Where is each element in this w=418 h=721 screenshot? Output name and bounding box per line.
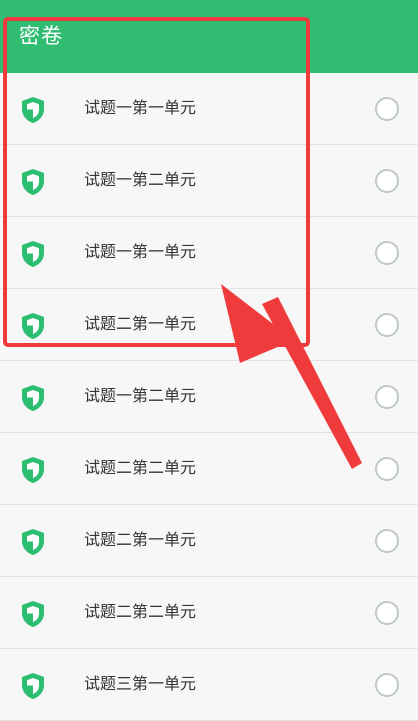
shield-icon: [22, 457, 44, 483]
radio-button[interactable]: [375, 169, 399, 193]
list-item[interactable]: 试题二第二单元: [0, 577, 418, 649]
list-item[interactable]: 试题一第二单元: [0, 361, 418, 433]
list-item-label: 试题一第二单元: [84, 386, 197, 405]
list-item[interactable]: 试题二第二单元: [0, 433, 418, 505]
list-item-label: 试题二第一单元: [84, 314, 197, 333]
app-header: 密卷: [0, 0, 418, 73]
list-item-label: 试题一第一单元: [84, 242, 197, 261]
list-item[interactable]: 试题二第一单元: [0, 289, 418, 361]
radio-button[interactable]: [375, 97, 399, 121]
list-item[interactable]: 试题一第一单元: [0, 217, 418, 289]
list-item-label: 试题三第一单元: [84, 674, 197, 693]
radio-button[interactable]: [375, 673, 399, 697]
radio-button[interactable]: [375, 529, 399, 553]
list-item-label: 试题二第二单元: [84, 458, 197, 477]
list-item[interactable]: 试题一第一单元: [0, 73, 418, 145]
radio-button[interactable]: [375, 385, 399, 409]
radio-button[interactable]: [375, 241, 399, 265]
shield-icon: [22, 313, 44, 339]
shield-icon: [22, 169, 44, 195]
list-item[interactable]: 试题三第一单元: [0, 649, 418, 721]
shield-icon: [22, 385, 44, 411]
list-item-label: 试题一第一单元: [84, 98, 197, 117]
radio-button[interactable]: [375, 457, 399, 481]
shield-icon: [22, 529, 44, 555]
list-item-label: 试题一第二单元: [84, 170, 197, 189]
page-title: 密卷: [19, 24, 63, 48]
list-item[interactable]: 试题一第二单元: [0, 145, 418, 217]
radio-button[interactable]: [375, 313, 399, 337]
shield-icon: [22, 241, 44, 267]
shield-icon: [22, 673, 44, 699]
list-item-label: 试题二第一单元: [84, 530, 197, 549]
exam-list: 试题一第一单元 试题一第二单元 试题一第一单元 试题二第一单元 试题一第二单元 …: [0, 73, 418, 721]
shield-icon: [22, 601, 44, 627]
list-item-label: 试题二第二单元: [84, 602, 197, 621]
radio-button[interactable]: [375, 601, 399, 625]
list-item[interactable]: 试题二第一单元: [0, 505, 418, 577]
shield-icon: [22, 97, 44, 123]
